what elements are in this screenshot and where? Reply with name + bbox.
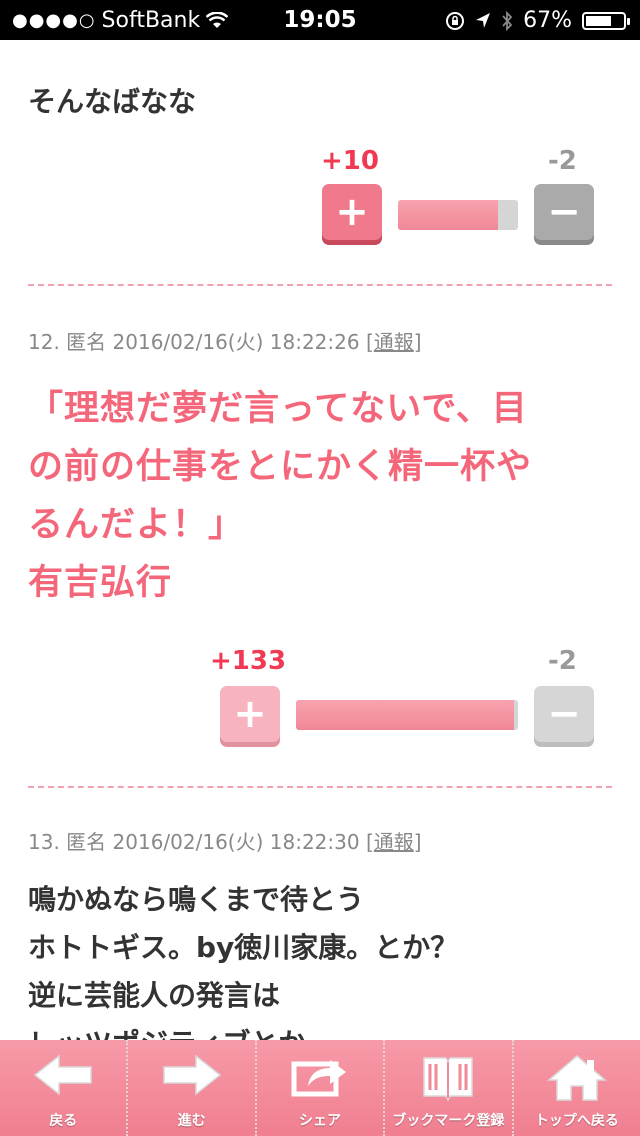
vote-ratio-bar [398,200,518,230]
top-label: トップへ戻る [534,1113,619,1129]
report-link[interactable]: 通報 [374,330,414,354]
right-arrow-icon [162,1054,221,1096]
location-icon [476,12,491,28]
battery-percent: 67% [523,8,572,33]
plus-vote-button[interactable]: + [220,686,280,742]
comment-text-line: ホトトギス。by徳川家康。とか？ [28,931,459,964]
report-bracket: [ [365,330,374,354]
bluetooth-icon [502,10,513,31]
comment-text-line: 有吉弘行 [28,563,173,603]
divider [28,786,612,788]
comment-datetime: 2016/02/16(火) 18:22:30 [112,830,360,854]
home-icon [546,1055,607,1101]
comment-author: 匿名 [66,330,107,354]
comment-author: 匿名 [66,830,107,854]
minus-count: -2 [548,646,577,676]
back-button[interactable]: 戻る [0,1040,129,1136]
bottom-toolbar: 戻る 進む シェア ブックマーク登録 トップへ戻る [0,1040,640,1136]
rotation-lock-icon [446,11,465,30]
plus-count: +133 [210,646,287,676]
plus-vote-button[interactable]: + [322,184,382,240]
book-icon [423,1057,474,1102]
battery-icon [582,11,630,30]
report-bracket: ] [413,830,422,854]
comment-13-meta: 13. 匿名 2016/02/16(火) 18:22:30 [通報] [28,826,422,855]
status-bar: ●●●●○ SoftBank 19:05 67% [0,0,640,40]
comment-text-line: 「理想だ夢だ言ってないで、目 [28,389,528,429]
report-bracket: ] [413,330,422,354]
comment-number: 13. [28,830,60,854]
comment-11-text: そんなばなな [28,78,196,126]
comment-datetime: 2016/02/16(火) 18:22:26 [112,330,360,354]
comment-text-line: の前の仕事をとにかく精一杯や [28,447,533,487]
share-label: シェア [299,1113,342,1129]
top-button[interactable]: トップへ戻る [514,1040,640,1136]
comment-number: 12. [28,330,60,354]
comment-text-line: 逆に芸能人の発言は [28,979,281,1012]
plus-count: +10 [321,146,379,176]
minus-count: -2 [548,146,577,176]
minus-vote-button[interactable]: − [534,184,594,240]
forward-label: 進む [177,1113,206,1129]
comment-12-meta: 12. 匿名 2016/02/16(火) 18:22:26 [通報] [28,326,422,355]
back-label: 戻る [49,1113,78,1129]
share-button[interactable]: シェア [257,1040,386,1136]
bookmark-label: ブックマーク登録 [392,1113,505,1129]
comment-text-line: 鳴かぬなら鳴くまで待とう [28,883,365,916]
report-bracket: [ [365,830,374,854]
comment-text-line: そんなばなな [28,85,197,118]
minus-vote-button[interactable]: − [534,686,594,742]
vote-ratio-bar [296,700,518,730]
bookmark-button[interactable]: ブックマーク登録 [385,1040,514,1136]
divider [28,284,612,286]
report-link[interactable]: 通報 [374,830,414,854]
comment-text-line: るんだよ！」 [28,505,245,545]
left-arrow-icon [33,1054,92,1096]
share-icon [291,1060,347,1097]
comment-12-text: 「理想だ夢だ言ってないで、目 の前の仕事をとにかく精一杯や るんだよ！」 有吉弘… [28,380,532,612]
forward-button[interactable]: 進む [128,1040,257,1136]
